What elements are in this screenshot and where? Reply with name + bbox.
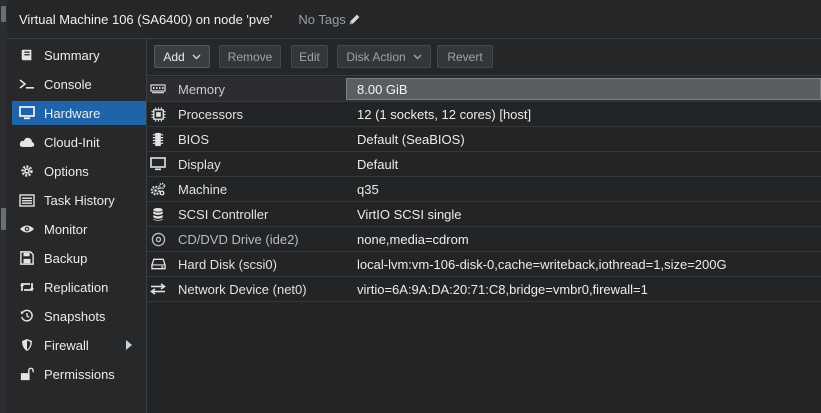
remove-button-label: Remove — [227, 49, 273, 64]
hardware-row-value: 12 (1 sockets, 12 cores) [host] — [357, 106, 532, 122]
hardware-row-value: virtio=6A:9A:DA:20:71:C8,bridge=vmbr0,fi… — [357, 281, 648, 297]
sidebar-item-label: Task History — [44, 192, 115, 208]
floppy-icon — [19, 250, 35, 266]
hardware-row-key: CD/DVD Drive (ide2) — [178, 231, 299, 247]
chevron-down-icon — [413, 54, 422, 59]
hardware-row-key: Processors — [178, 106, 244, 122]
book-icon — [19, 47, 35, 63]
sidebar-item-snapshots[interactable]: Snapshots — [12, 304, 146, 328]
sidebar-item-cloud-init[interactable]: Cloud-Init — [12, 130, 146, 154]
hardware-row-network-device[interactable]: Network Device (net0) virtio=6A:9A:DA:20… — [147, 277, 821, 302]
panel-header: Virtual Machine 106 (SA6400) on node 'pv… — [7, 0, 821, 39]
cpu-icon — [150, 106, 166, 122]
sidebar-item-task-history[interactable]: Task History — [12, 188, 146, 212]
sidebar-item-label: Replication — [44, 279, 109, 295]
edge-mark — [1, 6, 6, 22]
hardware-row-key: BIOS — [178, 131, 210, 147]
selected-value-cell — [346, 78, 821, 100]
sidebar-item-console[interactable]: Console — [12, 72, 146, 96]
remove-button[interactable]: Remove — [219, 45, 281, 68]
hardware-row-key: Machine — [178, 181, 228, 197]
hardware-row-value: VirtIO SCSI single — [357, 206, 462, 222]
hardware-row-key: Memory — [178, 81, 225, 97]
sidebar-item-label: Console — [44, 76, 92, 92]
disk-action-button[interactable]: Disk Action — [337, 45, 431, 68]
hardware-row-value: Default — [357, 156, 399, 172]
sidebar-item-label: Summary — [44, 47, 100, 63]
hardware-row-processors[interactable]: Processors 12 (1 sockets, 12 cores) [hos… — [147, 102, 821, 127]
retweet-icon — [19, 279, 35, 295]
sidebar-item-label: Hardware — [44, 105, 101, 121]
hardware-row-key: Hard Disk (scsi0) — [178, 256, 277, 272]
hdd-icon — [150, 256, 166, 272]
cogs-icon — [150, 181, 166, 197]
exchange-icon — [150, 281, 166, 297]
edge-mark — [1, 208, 6, 230]
sidebar-item-replication[interactable]: Replication — [12, 275, 146, 299]
cdrom-icon — [150, 231, 166, 247]
page-title: Virtual Machine 106 (SA6400) on node 'pv… — [19, 11, 273, 27]
disk-action-button-label: Disk Action — [346, 49, 406, 64]
desktop-icon — [150, 156, 166, 172]
left-edge-strip — [0, 0, 7, 413]
pencil-icon[interactable] — [348, 13, 361, 26]
hardware-row-value: 8.00 GiB — [357, 81, 408, 97]
hardware-row-display[interactable]: Display Default — [147, 152, 821, 177]
revert-button[interactable]: Revert — [437, 45, 493, 68]
monitor-icon — [19, 105, 35, 121]
chevron-down-icon — [192, 54, 201, 59]
cloud-icon — [19, 134, 35, 150]
add-button[interactable]: Add — [154, 45, 210, 68]
sidebar-item-hardware[interactable]: Hardware — [12, 101, 146, 125]
submenu-arrow-icon[interactable] — [126, 340, 132, 350]
tags-area[interactable]: No Tags — [298, 12, 360, 27]
hardware-row-scsi-controller[interactable]: SCSI Controller VirtIO SCSI single — [147, 202, 821, 227]
sidebar-item-firewall[interactable]: Firewall — [12, 333, 146, 357]
shield-icon — [19, 337, 35, 353]
hardware-row-memory[interactable]: Memory 8.00 GiB — [147, 77, 821, 102]
sidebar-item-summary[interactable]: Summary — [12, 43, 146, 67]
edit-button[interactable]: Edit — [291, 45, 328, 68]
sidebar-item-backup[interactable]: Backup — [12, 246, 146, 270]
hardware-row-value: Default (SeaBIOS) — [357, 131, 465, 147]
database-icon — [150, 206, 166, 222]
hardware-row-key: SCSI Controller — [178, 206, 269, 222]
tags-label: No Tags — [298, 11, 346, 27]
hardware-row-machine[interactable]: Machine q35 — [147, 177, 821, 202]
sidebar-item-options[interactable]: Options — [12, 159, 146, 183]
unlock-icon — [19, 366, 35, 382]
hardware-row-key: Display — [178, 156, 221, 172]
memory-icon — [150, 81, 166, 97]
history-icon — [19, 308, 35, 324]
add-button-label: Add — [163, 49, 185, 64]
hardware-row-value: none,media=cdrom — [357, 231, 469, 247]
hardware-row-bios[interactable]: BIOS Default (SeaBIOS) — [147, 127, 821, 152]
sidebar-item-label: Firewall — [44, 337, 89, 353]
sidebar-item-label: Snapshots — [44, 308, 106, 324]
hardware-row-value: q35 — [357, 181, 379, 197]
sidebar: Summary Console Hardware Cloud-Init Opti… — [7, 39, 147, 413]
hardware-row-key: Network Device (net0) — [178, 281, 307, 297]
sidebar-item-label: Cloud-Init — [44, 134, 100, 150]
revert-button-label: Revert — [447, 49, 483, 64]
sidebar-item-permissions[interactable]: Permissions — [12, 362, 146, 386]
edit-button-label: Edit — [299, 49, 320, 64]
hardware-row-cd-dvd-drive[interactable]: CD/DVD Drive (ide2) none,media=cdrom — [147, 227, 821, 252]
sidebar-item-label: Backup — [44, 250, 88, 266]
hardware-row-hard-disk[interactable]: Hard Disk (scsi0) local-lvm:vm-106-disk-… — [147, 252, 821, 277]
hardware-row-value: local-lvm:vm-106-disk-0,cache=writeback,… — [357, 256, 727, 272]
sidebar-item-monitor[interactable]: Monitor — [12, 217, 146, 241]
sidebar-item-label: Options — [44, 163, 89, 179]
sidebar-item-label: Permissions — [44, 366, 115, 382]
eye-icon — [19, 221, 35, 237]
terminal-icon — [19, 76, 35, 92]
gear-icon — [19, 163, 35, 179]
list-icon — [19, 192, 35, 208]
sidebar-item-label: Monitor — [44, 221, 88, 237]
chip-icon — [150, 131, 166, 147]
hardware-toolbar: Add Remove Edit Disk Action Revert — [147, 39, 821, 76]
